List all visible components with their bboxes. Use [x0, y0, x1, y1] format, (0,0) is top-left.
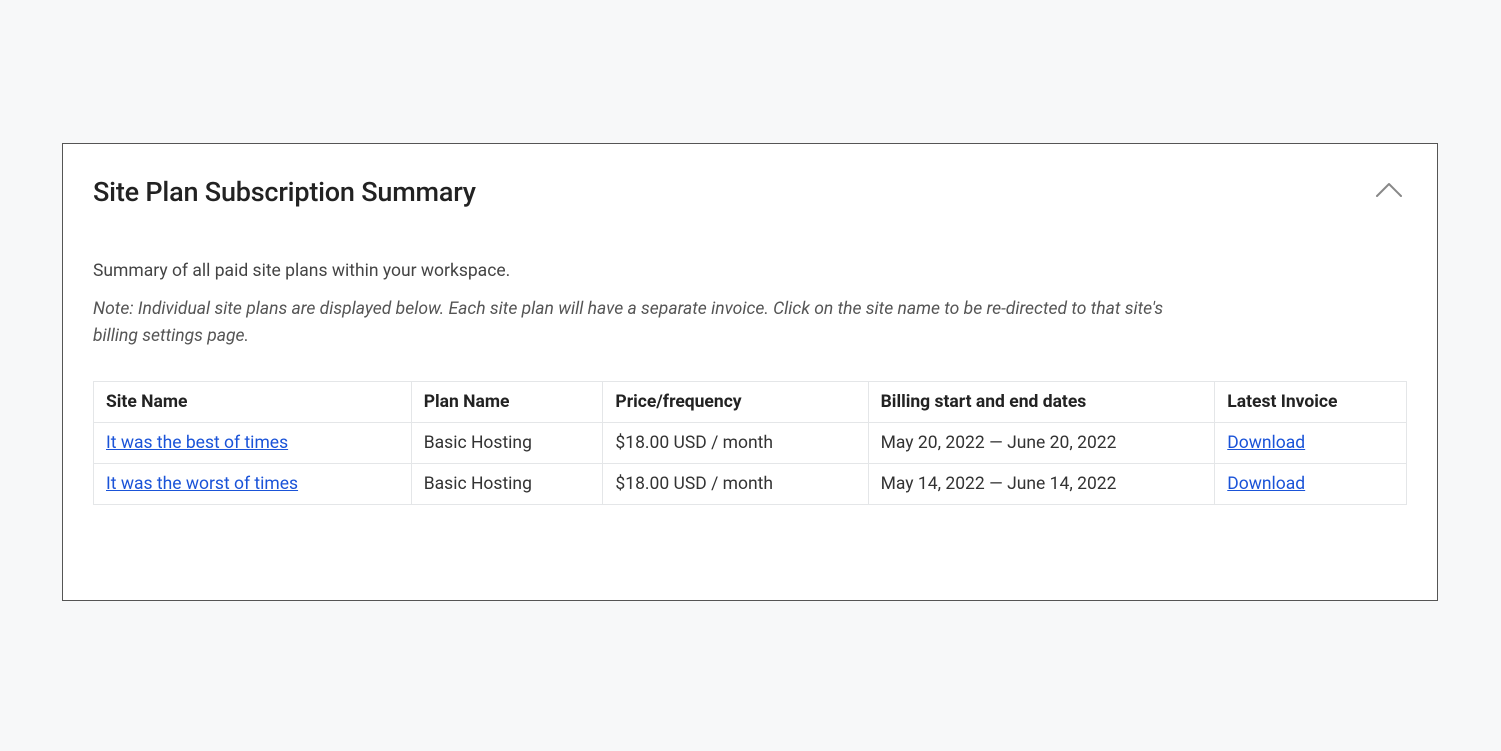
download-invoice-link[interactable]: Download — [1227, 433, 1305, 453]
col-header-site-name: Site Name — [94, 381, 412, 422]
summary-text: Summary of all paid site plans within yo… — [93, 258, 1407, 284]
plans-table: Site Name Plan Name Price/frequency Bill… — [93, 381, 1407, 505]
collapse-toggle[interactable] — [1375, 182, 1403, 198]
panel-header: Site Plan Subscription Summary — [93, 176, 1407, 208]
panel-title: Site Plan Subscription Summary — [93, 176, 476, 208]
plan-name-cell: Basic Hosting — [411, 463, 603, 504]
table-row: It was the worst of times Basic Hosting … — [94, 463, 1407, 504]
billing-dates-cell: May 20, 2022 — June 20, 2022 — [868, 422, 1215, 463]
price-frequency-cell: $18.00 USD / month — [603, 422, 868, 463]
price-frequency-cell: $18.00 USD / month — [603, 463, 868, 504]
site-name-link[interactable]: It was the worst of times — [106, 474, 298, 494]
col-header-latest-invoice: Latest Invoice — [1215, 381, 1407, 422]
download-invoice-link[interactable]: Download — [1227, 474, 1305, 494]
billing-dates-cell: May 14, 2022 — June 14, 2022 — [868, 463, 1215, 504]
plan-name-cell: Basic Hosting — [411, 422, 603, 463]
site-name-link[interactable]: It was the best of times — [106, 433, 288, 453]
chevron-up-icon — [1375, 182, 1403, 198]
note-text: Note: Individual site plans are displaye… — [93, 296, 1203, 349]
table-header-row: Site Name Plan Name Price/frequency Bill… — [94, 381, 1407, 422]
table-row: It was the best of times Basic Hosting $… — [94, 422, 1407, 463]
col-header-billing-dates: Billing start and end dates — [868, 381, 1215, 422]
col-header-price-frequency: Price/frequency — [603, 381, 868, 422]
col-header-plan-name: Plan Name — [411, 381, 603, 422]
subscription-summary-panel: Site Plan Subscription Summary Summary o… — [62, 143, 1438, 601]
